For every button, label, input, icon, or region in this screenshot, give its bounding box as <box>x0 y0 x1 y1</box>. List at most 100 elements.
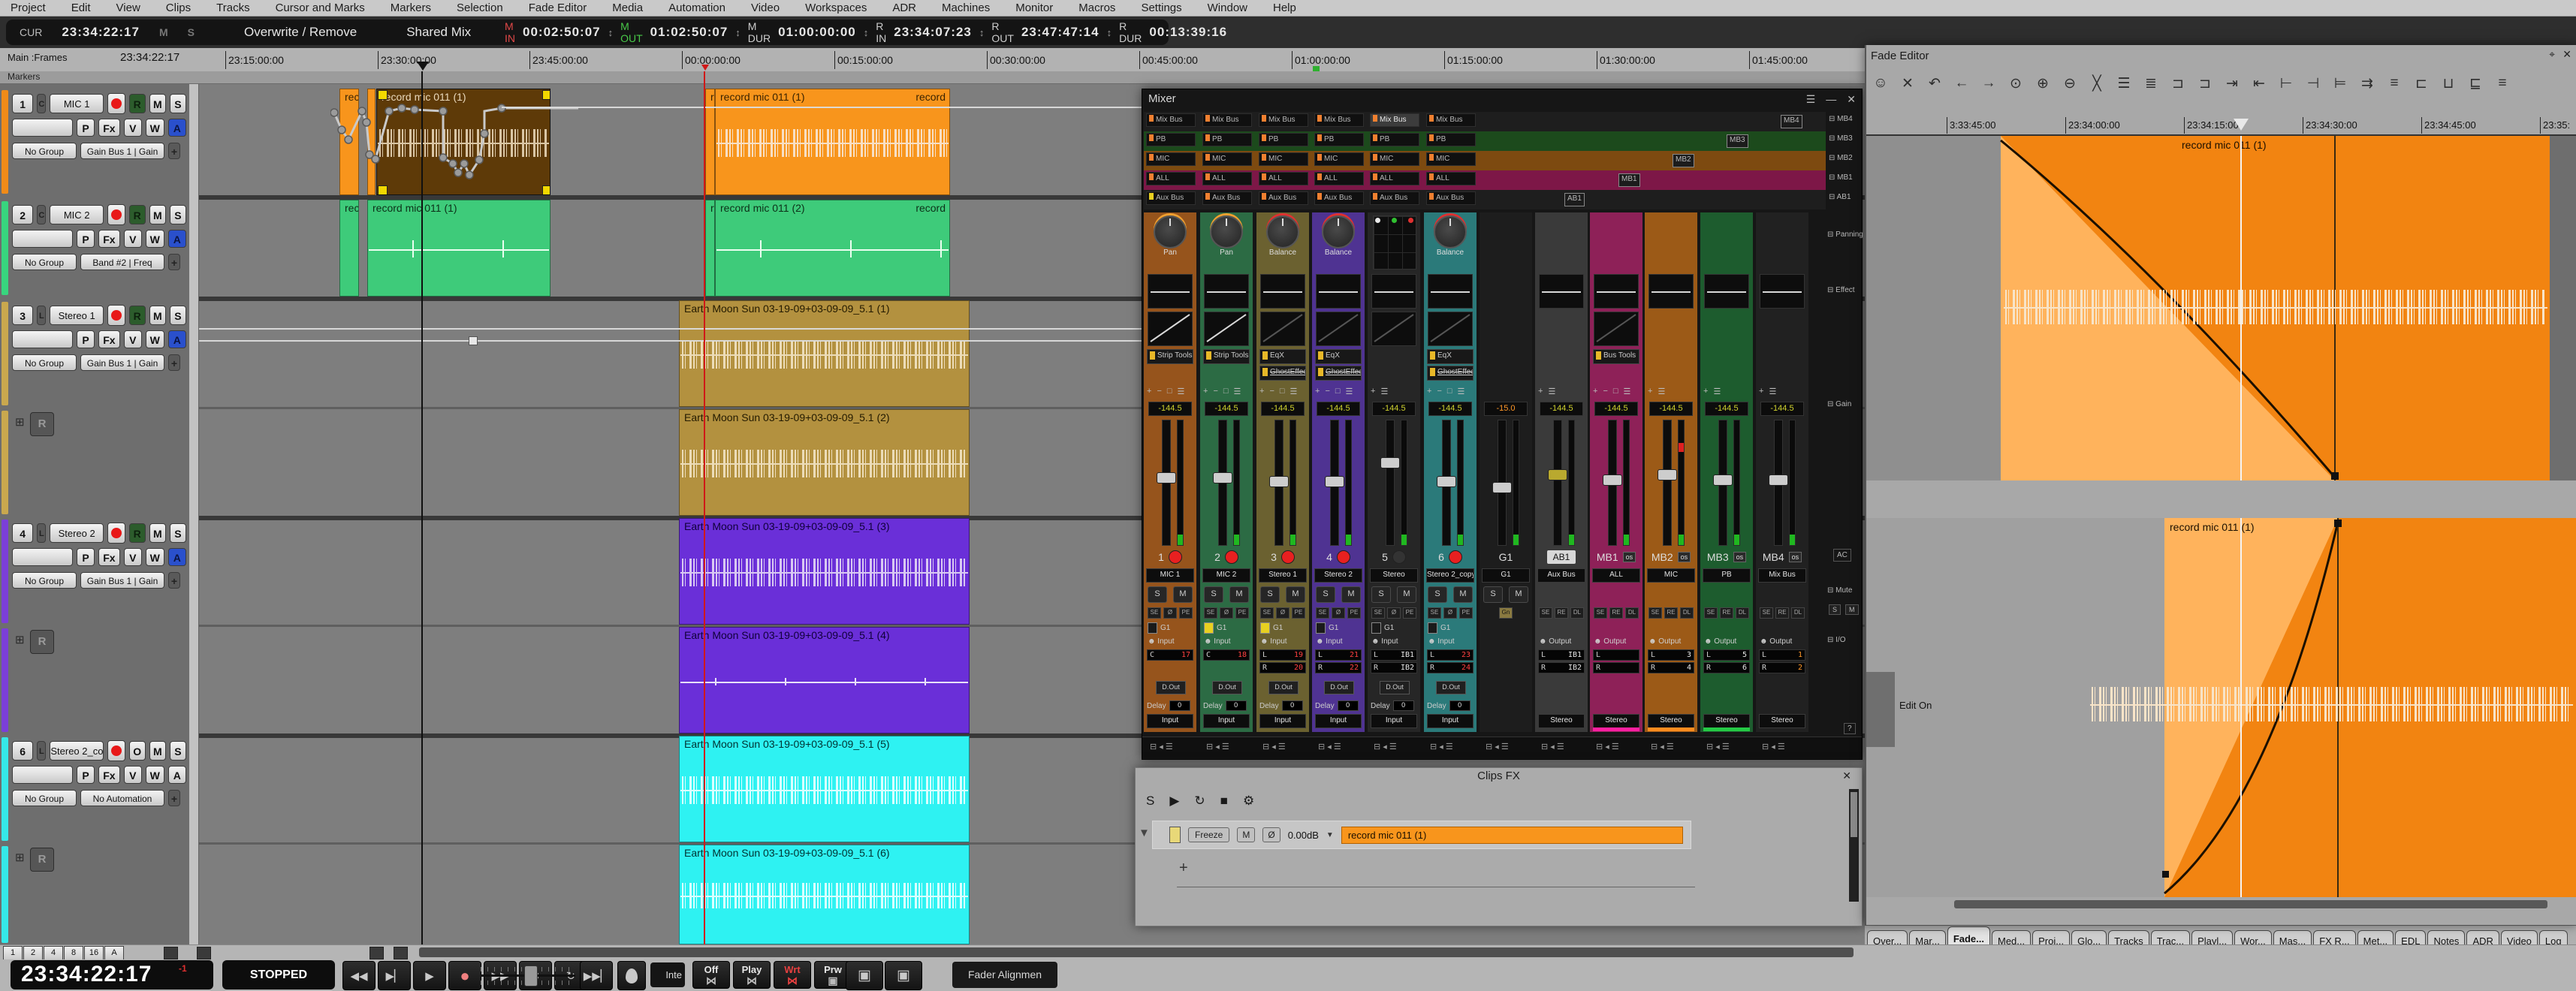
strip-bottom-controls[interactable]: ⊟ ◂ ☰ <box>1206 742 1229 752</box>
xy-pad[interactable] <box>1373 215 1416 270</box>
field-value-r-in[interactable]: 23:34:07:23 <box>894 25 972 40</box>
fx-controls-row[interactable]: +☰ <box>1648 387 1694 396</box>
track-number[interactable]: 1 <box>12 94 33 113</box>
fx-controls-row[interactable]: +−□☰ <box>1259 387 1306 396</box>
menu-settings[interactable]: Settings <box>1141 2 1181 14</box>
routing-cell[interactable]: Aux Bus <box>1314 191 1364 205</box>
mute-button[interactable]: M <box>1229 586 1249 603</box>
fade-tool-13-icon[interactable]: ≡ <box>2491 72 2514 95</box>
menu-view[interactable]: View <box>116 2 140 14</box>
track-button-s[interactable]: S <box>170 306 186 325</box>
lines-icon[interactable]: ≣ <box>2140 72 2162 95</box>
io-assignment[interactable]: R <box>1593 662 1639 673</box>
track-input-field[interactable] <box>12 766 73 784</box>
rail-mb1[interactable]: ⊟ MB1 <box>1829 173 1853 182</box>
io-assignment[interactable]: L19 <box>1259 649 1306 661</box>
fade-tool-7-icon[interactable]: ⊨ <box>2329 72 2351 95</box>
snapshot-camera-add-button[interactable]: ▣ <box>885 961 922 990</box>
field-value-r-out[interactable]: 23:47:47:14 <box>1021 25 1099 40</box>
group-selector[interactable]: No Group <box>12 143 77 159</box>
solo-button[interactable]: S <box>1428 586 1447 603</box>
track-button-m[interactable]: M <box>149 94 166 113</box>
routing-cell[interactable]: Aux Bus <box>1426 191 1476 205</box>
mix-mode[interactable]: Shared Mix <box>406 25 471 40</box>
strip-type-label[interactable]: Stereo <box>1593 714 1639 728</box>
fx-controls-row[interactable]: +−□☰ <box>1203 387 1250 396</box>
automation-envelope[interactable] <box>330 89 578 195</box>
fade-out-pane[interactable]: record mic 011 (1) <box>1866 136 2576 480</box>
group-selector[interactable]: No Group <box>12 572 77 589</box>
small-button-se[interactable]: SE <box>1204 607 1217 619</box>
fx-slot-ghosteffect[interactable]: GhostEffect <box>1427 366 1474 381</box>
audio-clip[interactable]: Earth Moon Sun 03-19-09+03-09-09_5.1 (6) <box>679 845 970 944</box>
automation-line-track3-b[interactable] <box>199 340 1142 342</box>
fade-editor-hscrollbar[interactable] <box>1954 900 2547 908</box>
menu-clips[interactable]: Clips <box>166 2 191 14</box>
nudge-left-icon[interactable]: ← <box>1950 72 1973 95</box>
track-button-w[interactable]: W <box>146 548 164 566</box>
gain-value[interactable]: -144.5 <box>1317 402 1360 416</box>
small-button-gn[interactable]: Gn <box>1499 607 1513 619</box>
delay-value[interactable]: 0 <box>1393 700 1414 711</box>
track-button-s[interactable]: S <box>170 94 186 113</box>
eq-display-2[interactable] <box>1594 312 1639 346</box>
knob-pan[interactable] <box>1210 215 1243 249</box>
strip-name[interactable]: Stereo 2_copy <box>1426 568 1474 583</box>
automation-mode-play[interactable]: Play⋈ <box>733 961 771 989</box>
io-assignment[interactable]: L5 <box>1703 649 1750 661</box>
zoom-preset-a[interactable]: A <box>104 946 124 960</box>
track-button-s[interactable]: S <box>170 523 186 543</box>
close-icon[interactable]: ✕ <box>1842 770 1851 782</box>
track-button-fx[interactable]: Fx <box>98 119 119 137</box>
fader-handle[interactable] <box>1548 469 1567 480</box>
os-button[interactable]: os <box>1733 552 1747 562</box>
menu-selection[interactable]: Selection <box>457 2 503 14</box>
menu-automation[interactable]: Automation <box>668 2 725 14</box>
small-button-dl[interactable]: DL <box>1570 607 1584 619</box>
menu-icon[interactable]: ☰ <box>1806 93 1816 106</box>
small-button-dl[interactable]: DL <box>1680 607 1694 619</box>
track-button-p[interactable]: P <box>77 119 95 137</box>
small-button-se[interactable]: SE <box>1371 607 1385 619</box>
phase-button[interactable]: Ø <box>1262 827 1280 842</box>
os-button[interactable]: os <box>1623 552 1636 562</box>
menu-macros[interactable]: Macros <box>1078 2 1115 14</box>
group-assign-row[interactable]: G1 <box>1371 622 1394 634</box>
fade-tool-11-icon[interactable]: ⊔ <box>2437 72 2460 95</box>
small-button-ø[interactable]: Ø <box>1387 607 1401 619</box>
edit-mode[interactable]: Overwrite / Remove <box>244 25 357 40</box>
eq-display-1[interactable] <box>1760 274 1805 309</box>
small-button-pe[interactable]: PE <box>1292 607 1305 619</box>
small-button-re[interactable]: RE <box>1664 607 1678 619</box>
gain-value[interactable]: -144.5 <box>1372 402 1416 416</box>
routing-cell[interactable]: ALL <box>1202 172 1252 185</box>
audio-clip[interactable]: record mic 011 (1) <box>367 200 550 297</box>
track-button-s[interactable]: S <box>170 741 186 761</box>
strip-bottom-controls[interactable]: ⊟ ◂ ☰ <box>1651 742 1674 752</box>
track-name[interactable]: MIC 2 <box>50 205 104 224</box>
add-lane-button[interactable]: + <box>168 354 180 371</box>
routing-cell[interactable]: MIC <box>1426 152 1476 166</box>
direct-out-button[interactable]: D.Out <box>1380 681 1410 694</box>
eq-display-1[interactable] <box>1316 274 1361 309</box>
footer-square-2[interactable] <box>197 947 211 959</box>
strip-type-label[interactable]: Input <box>1427 714 1474 728</box>
menu-cursor-and-marks[interactable]: Cursor and Marks <box>276 2 365 14</box>
rail-mb4[interactable]: ⊟ MB4 <box>1829 115 1853 123</box>
jump-end-button[interactable]: ▶▶▏ <box>580 961 613 990</box>
direct-out-button[interactable]: D.Out <box>1212 681 1242 694</box>
track-button-p[interactable]: P <box>77 548 95 566</box>
delay-value[interactable]: 0 <box>1169 700 1190 711</box>
rail-panning[interactable]: ⊟ Panning <box>1827 230 1863 239</box>
track-input-field[interactable] <box>12 330 73 348</box>
strip-type-label[interactable]: Input <box>1147 714 1193 728</box>
group-assign-row[interactable]: G1 <box>1204 622 1226 634</box>
automation-selector[interactable]: Gain Bus 1 | Gain <box>80 354 164 371</box>
track-input-field[interactable] <box>12 548 73 566</box>
automation-mode-off[interactable]: Off⋈ <box>692 961 730 989</box>
fx-controls-row[interactable]: +☰ <box>1538 387 1585 396</box>
fx-slot-eqx[interactable]: EqX <box>1259 349 1306 364</box>
os-button[interactable]: os <box>1789 552 1802 562</box>
routing-cell[interactable]: PB <box>1259 133 1308 146</box>
io-assignment[interactable]: L <box>1593 649 1639 661</box>
